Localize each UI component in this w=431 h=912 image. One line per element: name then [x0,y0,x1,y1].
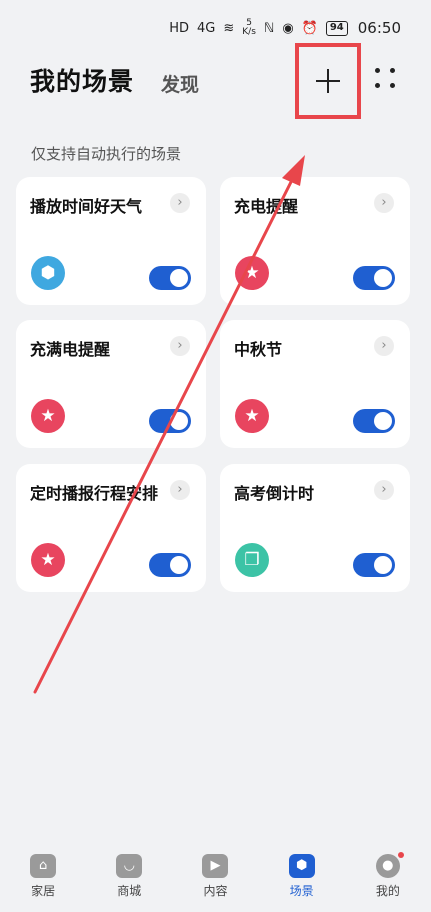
scene-title: 充满电提醒 [30,340,111,359]
scene-card[interactable]: 充电提醒 › ★ [220,177,410,305]
scene-toggle[interactable] [353,409,395,433]
star-icon: ★ [31,399,65,433]
nav-item-scenes[interactable]: ⬢ 场景 [272,854,332,899]
cube-icon: ⬢ [31,256,65,290]
dot-icon [390,83,395,88]
nav-label: 家居 [31,884,56,898]
status-bar: HD 4G ≋ 5 K/s ℕ ◉ ⏰ 94 06:50 [0,14,431,42]
chevron-right-icon[interactable]: › [374,336,394,356]
star-icon: ★ [235,256,269,290]
scene-card[interactable]: 高考倒计时 › ❐ [220,464,410,592]
wifi-icon: ≋ [223,20,235,36]
nav-item-content[interactable]: ▶ 内容 [185,854,245,899]
nav-item-mine[interactable]: ● 我的 [358,852,418,899]
speed-unit: K/s [242,27,256,37]
scene-toggle[interactable] [353,266,395,290]
nav-item-mall[interactable]: ◡ 商城 [99,854,159,899]
profile-icon: ● [375,854,400,878]
section-label: 仅支持自动执行的场景 [31,145,182,163]
chevron-right-icon[interactable]: › [374,193,394,213]
scene-title: 高考倒计时 [234,484,315,503]
scene-card[interactable]: 播放时间好天气 › ⬢ [16,177,206,305]
alarm-icon: ⏰ [301,20,318,36]
page-header: 我的场景 发现 [30,43,411,119]
scene-card[interactable]: 充满电提醒 › ★ [16,320,206,448]
home-icon: ⌂ [30,854,57,878]
scene-title: 播放时间好天气 [30,197,143,216]
annotation-arrow [33,155,305,694]
nav-label: 商城 [117,884,142,898]
scene-title: 充电提醒 [234,197,299,216]
notification-dot [397,852,404,858]
plus-icon [316,69,340,93]
scene-toggle[interactable] [149,409,191,433]
play-icon: ▶ [202,854,229,878]
signal-icon: 4G [197,20,216,36]
page-title[interactable]: 我的场景 [30,62,134,98]
nav-item-home[interactable]: ⌂ 家居 [13,854,73,899]
chevron-right-icon[interactable]: › [170,193,190,213]
more-options-button[interactable] [375,68,397,90]
scene-toggle[interactable] [149,266,191,290]
star-icon: ★ [235,399,269,433]
chevron-right-icon[interactable]: › [170,336,190,356]
nav-label: 内容 [203,884,228,898]
chevron-right-icon[interactable]: › [374,480,394,500]
scene-toggle[interactable] [353,553,395,577]
battery-indicator: 94 [325,20,348,36]
dot-icon [375,68,380,73]
chevron-right-icon[interactable]: › [170,480,190,500]
scene-title: 定时播报行程安排 [30,484,159,503]
shopping-bag-icon: ◡ [116,854,143,878]
dot-icon [375,83,380,88]
scene-toggle[interactable] [149,553,191,577]
scene-card[interactable]: 中秋节 › ★ [220,320,410,448]
nav-label: 我的 [375,884,400,898]
bottom-navigation: ⌂ 家居 ◡ 商城 ▶ 内容 ⬢ 场景 ● 我的 [0,842,431,912]
nfc-icon: ℕ [263,20,275,36]
eye-icon: ◉ [282,20,294,36]
network-speed: 5 K/s [242,19,256,37]
tab-discover[interactable]: 发现 [161,70,199,97]
scene-title: 中秋节 [234,340,283,359]
dot-icon [390,68,395,73]
clock: 06:50 [357,19,401,37]
scene-card[interactable]: 定时播报行程安排 › ★ [16,464,206,592]
nav-label: 场景 [289,884,314,898]
copy-icon: ❐ [235,543,269,577]
star-icon: ★ [31,543,65,577]
add-scene-button[interactable] [295,43,361,119]
cube-icon: ⬢ [288,854,315,878]
network-indicator: HD [169,20,189,36]
